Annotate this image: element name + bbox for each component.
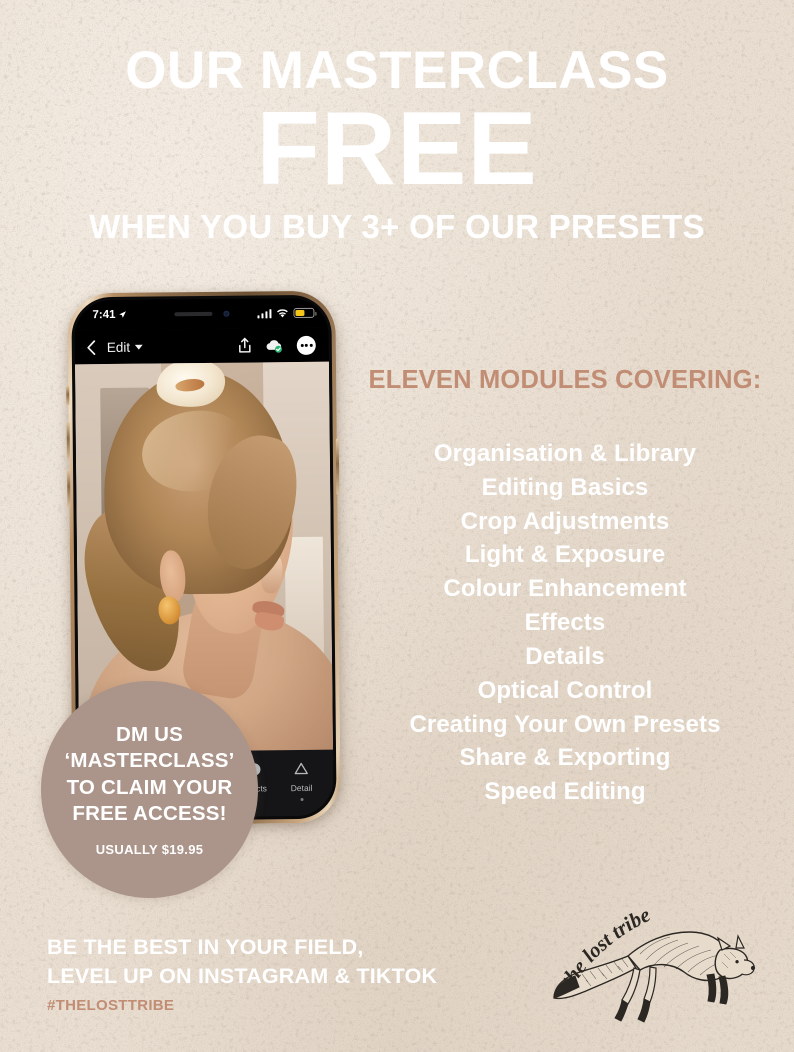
footer-line-1: BE THE BEST IN YOUR FIELD, xyxy=(47,935,364,960)
chevron-down-icon xyxy=(135,344,144,350)
footer-block: BE THE BEST IN YOUR FIELD, LEVEL UP ON I… xyxy=(47,933,437,1014)
app-toolbar: Edit xyxy=(74,327,329,365)
dm-badge-line-3: TO CLAIM YOUR xyxy=(66,775,233,799)
cellular-signal-icon xyxy=(256,308,272,318)
dm-badge-line-4: FREE ACCESS! xyxy=(72,801,227,825)
headline-free: FREE xyxy=(256,91,538,208)
edit-menu-button[interactable]: Edit xyxy=(106,339,144,355)
module-item: Editing Basics xyxy=(481,473,649,501)
wifi-icon xyxy=(277,308,288,317)
module-item: Colour Enhancement xyxy=(443,575,687,603)
dm-badge-price-note: USUALLY $19.95 xyxy=(95,841,204,857)
more-dots-icon[interactable] xyxy=(296,335,316,355)
status-right xyxy=(256,307,315,319)
module-item: Effects xyxy=(524,609,606,637)
footer-line-2: LEVEL UP ON INSTAGRAM & TIKTOK xyxy=(47,963,438,988)
module-item: Speed Editing xyxy=(484,778,646,806)
edit-tool-detail-label: Detail xyxy=(290,782,313,793)
dm-badge-line-2: ‘MASTERCLASS’ xyxy=(64,749,235,773)
modules-title: ELEVEN MODULES COVERING: xyxy=(368,366,762,394)
volume-up-button[interactable] xyxy=(66,421,70,460)
dm-badge-line-1: DM US xyxy=(115,723,184,747)
edit-tool-detail-dot xyxy=(300,797,304,801)
phone-notch xyxy=(153,303,250,324)
module-item: Details xyxy=(525,642,605,670)
module-item: Optical Control xyxy=(477,676,653,704)
module-item: Crop Adjustments xyxy=(460,507,670,535)
headline-line-1: OUR MASTERCLASS xyxy=(125,41,669,100)
promo-poster: OUR MASTERCLASS FREE WHEN YOU BUY 3+ OF … xyxy=(0,0,794,1052)
module-item: Creating Your Own Presets xyxy=(409,710,721,738)
status-time: 7:41 xyxy=(92,308,116,322)
module-item: Organisation & Library xyxy=(433,440,697,467)
chevron-left-icon[interactable] xyxy=(87,339,96,355)
brand-logo: the lost tribe xyxy=(553,902,756,1023)
status-left: 7:41 xyxy=(92,309,126,321)
app-toolbar-left: Edit xyxy=(87,339,144,355)
dm-badge-text: DM US ‘MASTERCLASS’ TO CLAIM YOUR FREE A… xyxy=(64,722,234,826)
app-toolbar-right xyxy=(238,335,316,355)
edit-menu-label: Edit xyxy=(106,339,131,355)
battery-low-icon xyxy=(293,307,315,319)
status-bar: 7:41 xyxy=(74,297,329,331)
cloud-synced-icon[interactable] xyxy=(265,338,284,353)
detail-triangle-icon xyxy=(294,759,309,777)
footer-hashtag: #THELOSTTRIBE xyxy=(47,997,175,1014)
earpiece-speaker-icon xyxy=(173,311,212,316)
location-arrow-icon xyxy=(119,311,126,318)
module-item: Share & Exporting xyxy=(459,744,671,772)
headline-block: OUR MASTERCLASS FREE WHEN YOU BUY 3+ OF … xyxy=(0,41,794,245)
photo-earring xyxy=(158,596,181,625)
share-upload-icon[interactable] xyxy=(238,337,252,353)
headline-line-3: WHEN YOU BUY 3+ OF OUR PRESETS xyxy=(89,207,705,245)
front-camera-icon xyxy=(222,310,229,317)
edit-tool-detail[interactable]: Detail xyxy=(281,759,321,801)
dm-badge[interactable]: DM US ‘MASTERCLASS’ TO CLAIM YOUR FREE A… xyxy=(41,681,258,898)
power-button[interactable] xyxy=(335,438,340,495)
modules-section: ELEVEN MODULES COVERING: Organisation & … xyxy=(352,366,778,809)
mute-switch[interactable] xyxy=(66,385,70,406)
module-item: Light & Exposure xyxy=(464,541,666,569)
volume-down-button[interactable] xyxy=(67,469,71,508)
